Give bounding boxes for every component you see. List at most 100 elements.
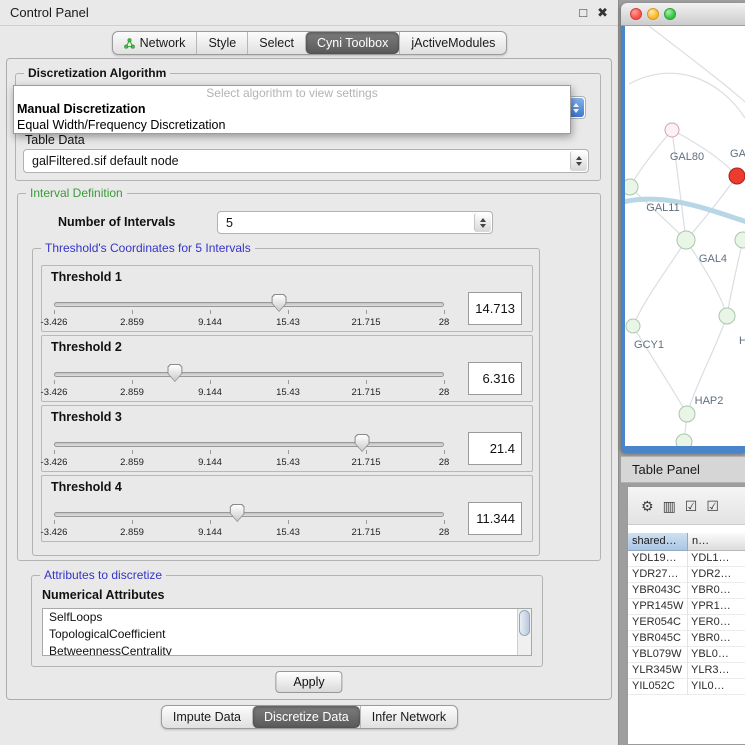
scale-label: 9.144 (198, 527, 222, 538)
apply-button[interactable]: Apply (275, 671, 342, 693)
slider-thumb-icon[interactable] (355, 434, 370, 452)
node-label-gcy1: GCY1 (634, 339, 664, 351)
table-cell: YBR045C (628, 631, 688, 647)
table-row[interactable]: YBR045CYBR0… (628, 631, 745, 647)
table-row[interactable]: YBR043CYBR0… (628, 583, 745, 599)
list-scrollbar[interactable] (517, 609, 531, 655)
network-node[interactable] (735, 232, 745, 248)
table-row[interactable]: YBL079WYBL0… (628, 647, 745, 663)
scale-label: 28 (439, 317, 450, 328)
table-cell: YDL19… (628, 551, 688, 567)
slider-tick (366, 380, 367, 384)
attribute-item-betweennesscentrality[interactable]: BetweennessCentrality (43, 643, 517, 656)
network-node[interactable] (677, 231, 695, 249)
threshold-slider[interactable] (54, 503, 444, 525)
settings-gear-icon[interactable]: ⚙ (641, 499, 654, 513)
list-scrollbar-thumb[interactable] (519, 610, 530, 636)
table-cell: YDR2… (688, 567, 745, 583)
number-of-intervals-combobox[interactable]: 5 (217, 211, 493, 234)
tab-discretize-data[interactable]: Discretize Data (252, 706, 360, 728)
threshold-slider[interactable] (54, 293, 444, 315)
slider-tick (132, 310, 133, 314)
slider-scale: -3.4262.8599.14415.4321.71528 (54, 457, 444, 469)
slider-thumb-icon[interactable] (230, 504, 245, 522)
algorithm-dropdown-placeholder: Select algorithm to view settings (14, 86, 570, 101)
table-row[interactable]: YIL052CYIL0… (628, 679, 745, 695)
scale-label: 21.715 (351, 317, 380, 328)
slider-track[interactable] (54, 302, 444, 307)
scale-label: 9.144 (198, 457, 222, 468)
slider-scale: -3.4262.8599.14415.4321.71528 (54, 387, 444, 399)
threshold-value-field[interactable]: 21.4 (468, 432, 522, 465)
tab-select[interactable]: Select (247, 32, 305, 54)
slider-tick (210, 310, 211, 314)
close-panel-icon[interactable]: ✖ (597, 6, 608, 19)
node-label-hap2: HAP2 (695, 395, 724, 407)
table-row[interactable]: YLR345WYLR3… (628, 663, 745, 679)
scale-label: 2.859 (120, 457, 144, 468)
threshold-slider[interactable] (54, 363, 444, 385)
attributes-to-discretize-group: Attributes to discretize Numerical Attri… (31, 575, 543, 667)
slider-thumb-icon[interactable] (272, 294, 287, 312)
table-row[interactable]: YER054CYER0… (628, 615, 745, 631)
unselect-all-columns-icon[interactable]: ☑ (706, 499, 719, 513)
float-window-icon[interactable]: □ (579, 6, 587, 19)
threshold-panel-4: Threshold 4 -3.4262.8599.14415.4321.7152… (41, 475, 533, 542)
slider-tick (366, 520, 367, 524)
node-label-gal4: GAL4 (699, 253, 727, 265)
tab-style[interactable]: Style (196, 32, 247, 54)
tab-impute-data[interactable]: Impute Data (162, 706, 252, 728)
cyni-toolbox-content: Discretization Algorithm Select algorith… (6, 58, 612, 700)
network-node[interactable] (679, 406, 695, 422)
column-header-shared-name[interactable]: shared… (628, 533, 688, 551)
algorithm-option-manual-discretization[interactable]: Manual Discretization (14, 101, 570, 117)
show-columns-icon[interactable]: ▥ (663, 499, 676, 513)
tab-network[interactable]: Network (113, 32, 197, 54)
slider-track[interactable] (54, 372, 444, 377)
tab-cyni-toolbox[interactable]: Cyni Toolbox (305, 32, 399, 54)
column-header-name[interactable]: n… (688, 533, 745, 551)
attribute-item-topologicalcoefficient[interactable]: TopologicalCoefficient (43, 626, 517, 643)
attribute-item-selfloops[interactable]: SelfLoops (43, 609, 517, 626)
threshold-value-field[interactable]: 6.316 (468, 362, 522, 395)
table-data-value: galFiltered.sif default node (32, 150, 566, 172)
table-cell: YIL0… (688, 679, 745, 695)
table-row[interactable]: YPR145WYPR1… (628, 599, 745, 615)
minimize-window-button[interactable] (647, 8, 659, 20)
table-row[interactable]: YDR27…YDR2… (628, 567, 745, 583)
algorithm-option-equal-width-frequency-discretization[interactable]: Equal Width/Frequency Discretization (14, 117, 570, 133)
network-node[interactable] (719, 308, 735, 324)
table-row[interactable]: YDL19…YDL1… (628, 551, 745, 567)
network-node[interactable] (676, 434, 692, 446)
slider-track[interactable] (54, 442, 444, 447)
zoom-window-button[interactable] (664, 8, 676, 20)
network-canvas[interactable]: GAL80GAGAL11GAL4GCY1HHAP2 (625, 26, 745, 446)
scale-label: 9.144 (198, 387, 222, 398)
table-data-combobox[interactable]: galFiltered.sif default node (23, 149, 589, 173)
combo-stepper-icon[interactable] (474, 213, 491, 232)
control-panel-title: Control Panel (10, 5, 89, 20)
threshold-value-field[interactable]: 14.713 (468, 292, 522, 325)
network-node[interactable] (626, 319, 640, 333)
attributes-group-title: Attributes to discretize (40, 568, 166, 582)
slider-tick (132, 380, 133, 384)
algorithm-dropdown-options: Manual DiscretizationEqual Width/Frequen… (14, 101, 570, 133)
combo-stepper-icon[interactable] (570, 151, 587, 171)
numerical-attributes-listbox[interactable]: SelfLoopsTopologicalCoefficientBetweenne… (42, 608, 532, 656)
tab-jactivemodules[interactable]: jActiveModules (399, 32, 506, 54)
tab-label: Select (259, 36, 294, 50)
select-all-columns-icon[interactable]: ☑ (685, 499, 698, 513)
threshold-value-field[interactable]: 11.344 (468, 502, 522, 535)
network-node[interactable] (625, 179, 638, 195)
slider-thumb-icon[interactable] (167, 364, 182, 382)
table-cell: YBR043C (628, 583, 688, 599)
slider-track[interactable] (54, 512, 444, 517)
tab-label: Network (140, 36, 186, 50)
network-node[interactable] (729, 168, 745, 184)
close-window-button[interactable] (630, 8, 642, 20)
scale-label: -3.426 (41, 387, 68, 398)
threshold-slider[interactable] (54, 433, 444, 455)
tab-infer-network[interactable]: Infer Network (360, 706, 457, 728)
network-node[interactable] (665, 123, 679, 137)
slider-tick (132, 520, 133, 524)
